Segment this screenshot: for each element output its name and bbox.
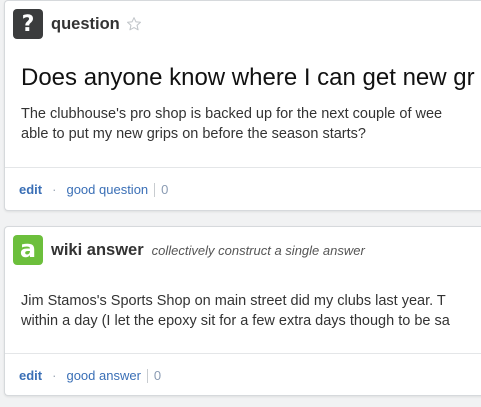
answer-type-label: wiki answer [51, 240, 144, 259]
question-body: The clubhouse's pro shop is backed up fo… [21, 104, 442, 144]
answer-body-line: within a day (I let the epoxy sit for a … [21, 313, 450, 329]
divider [5, 167, 481, 168]
good-answer-count: 0 [153, 368, 162, 383]
good-question-count: 0 [161, 182, 169, 197]
question-card: ? question Does anyone know where I can … [4, 0, 481, 211]
star-icon[interactable] [126, 16, 142, 32]
question-badge-icon: ? [13, 9, 43, 39]
answer-badge-icon: a [13, 235, 43, 265]
vote-separator [146, 368, 148, 383]
answer-actions: edit · good answer 0 [19, 368, 161, 383]
vote-separator [154, 182, 156, 197]
edit-question-link[interactable]: edit [19, 182, 42, 197]
separator-dot: · [52, 368, 57, 383]
separator-dot: · [52, 182, 57, 197]
answer-body: Jim Stamos's Sports Shop on main street … [21, 291, 450, 331]
good-question-button[interactable]: good question [66, 182, 148, 197]
answer-card: a wiki answer collectively construct a s… [4, 226, 481, 396]
answer-body-line: Jim Stamos's Sports Shop on main street … [21, 293, 446, 309]
question-title[interactable]: Does anyone know where I can get new gr [21, 64, 475, 92]
edit-answer-link[interactable]: edit [19, 368, 42, 383]
question-type-label: question [51, 14, 120, 33]
question-actions: edit · good question 0 [19, 182, 168, 197]
question-header: ? question [13, 9, 142, 39]
divider [5, 353, 481, 354]
question-body-line: able to put my new grips on before the s… [21, 126, 366, 142]
answer-subtitle: collectively construct a single answer [151, 242, 365, 258]
answer-header: a wiki answer collectively construct a s… [13, 235, 365, 265]
question-body-line: The clubhouse's pro shop is backed up fo… [21, 106, 443, 122]
good-answer-button[interactable]: good answer [66, 368, 140, 383]
